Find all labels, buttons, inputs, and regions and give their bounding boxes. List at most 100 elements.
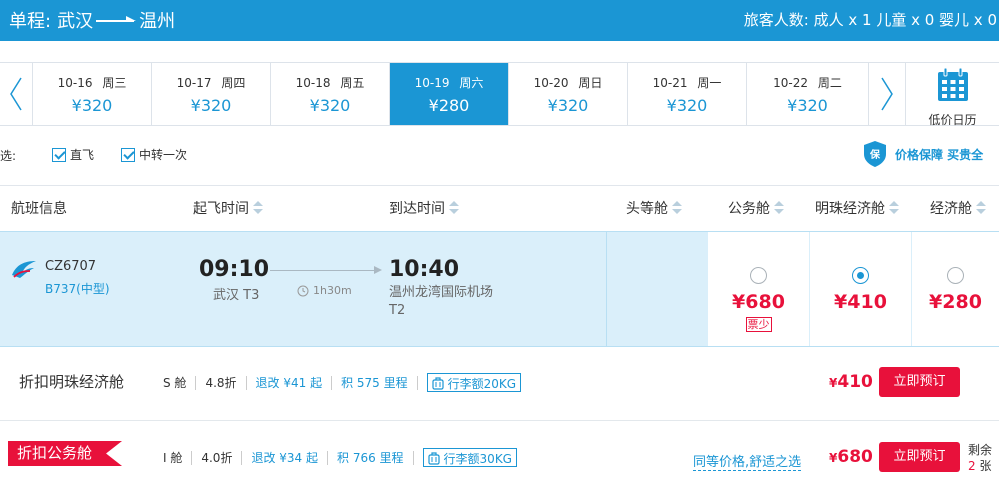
discount: 4.0折 bbox=[201, 451, 233, 465]
trip-type-label: 单程: bbox=[9, 11, 52, 32]
date-label: 10-21 周一 bbox=[652, 76, 722, 90]
discount: 4.8折 bbox=[205, 376, 237, 390]
luggage-allowance: 行李额20KG bbox=[426, 373, 522, 392]
date-cell[interactable]: 10-22 周二 ¥320 bbox=[746, 63, 868, 125]
col-first-sort[interactable]: 头等舱 bbox=[626, 198, 682, 218]
date-cell[interactable]: 10-18 周五 ¥320 bbox=[270, 63, 389, 125]
cabin-price: ¥410 bbox=[829, 372, 873, 392]
economy-fare[interactable]: ¥280 bbox=[912, 232, 999, 346]
luggage-allowance: 行李额30KG bbox=[422, 448, 517, 467]
divider bbox=[245, 375, 247, 390]
arrival-airport: 温州龙湾国际机场 T2 bbox=[389, 285, 494, 318]
date-label: 10-17 周四 bbox=[176, 76, 246, 90]
route-summary: 单程: 武汉 温州 bbox=[9, 7, 175, 33]
date-cell[interactable]: 10-16 周三 ¥320 bbox=[32, 63, 151, 125]
calendar-label: 低价日历 bbox=[928, 113, 977, 127]
date-price: ¥320 bbox=[666, 96, 708, 115]
sort-icon bbox=[449, 201, 459, 215]
transfer-checkbox[interactable]: 中转一次 bbox=[121, 146, 187, 163]
divider bbox=[416, 375, 418, 390]
same-price-comfort-link[interactable]: 同等价格,舒适之选 bbox=[693, 451, 802, 471]
col-depart-sort[interactable]: 起飞时间 bbox=[193, 198, 263, 218]
date-price: ¥320 bbox=[71, 96, 113, 115]
next-dates-button[interactable] bbox=[868, 63, 906, 125]
business-fare[interactable]: ¥680 票少 bbox=[708, 232, 809, 346]
guarantee-text: 价格保障 买贵全 bbox=[895, 147, 984, 162]
economy-fare-radio[interactable] bbox=[947, 267, 964, 284]
origin-city: 武汉 bbox=[57, 11, 94, 32]
date-cell[interactable]: 10-21 周一 ¥320 bbox=[627, 63, 746, 125]
col-pearl-sort[interactable]: 明珠经济舱 bbox=[815, 198, 899, 218]
cabin-name: 折扣明珠经济舱 bbox=[19, 373, 125, 391]
calendar-icon bbox=[937, 67, 968, 101]
date-cell[interactable]: 10-17 周四 ¥320 bbox=[151, 63, 270, 125]
low-price-calendar-button[interactable]: 低价日历 bbox=[906, 63, 999, 127]
flight-duration: 1h30m bbox=[297, 284, 352, 297]
date-price: ¥320 bbox=[190, 96, 232, 115]
sort-icon bbox=[774, 201, 784, 215]
aircraft-type-link[interactable]: B737(中型) bbox=[45, 280, 110, 297]
mileage: 积 766 里程 bbox=[337, 451, 404, 465]
divider bbox=[241, 450, 243, 465]
price-guarantee-link[interactable]: 保 价格保障 买贵全 bbox=[862, 140, 983, 168]
pearl-economy-fare-price: ¥410 bbox=[834, 291, 887, 313]
col-arrive-sort[interactable]: 到达时间 bbox=[389, 198, 459, 218]
date-label: 10-18 周五 bbox=[295, 76, 365, 90]
transfer-label: 中转一次 bbox=[139, 148, 188, 162]
sort-icon bbox=[253, 201, 263, 215]
date-label: 10-19 周六 bbox=[414, 76, 484, 90]
passenger-count: 旅客人数: 成人 x 1 儿童 x 0 婴儿 x 0 bbox=[743, 11, 997, 29]
cabin-name-tag: 折扣公务舱 bbox=[8, 441, 123, 466]
economy-fare-price: ¥280 bbox=[929, 291, 982, 313]
book-now-button[interactable]: 立即预订 bbox=[879, 367, 960, 397]
first-class-fare bbox=[606, 232, 707, 346]
cabin-option-row: 折扣公务舱 I 舱 4.0折 退改 ¥34 起 积 766 里程 行李额30KG… bbox=[0, 423, 999, 493]
date-price: ¥320 bbox=[547, 96, 589, 115]
direct-flight-label: 直飞 bbox=[70, 148, 95, 162]
pearl-economy-fare[interactable]: ¥410 bbox=[810, 232, 911, 346]
date-price: ¥280 bbox=[428, 96, 470, 115]
cabin-details: I 舱 4.0折 退改 ¥34 起 积 766 里程 行李额30KG bbox=[163, 448, 517, 467]
date-selector: 10-16 周三 ¥320 10-17 周四 ¥320 10-18 周五 ¥32… bbox=[0, 62, 999, 127]
remaining-seats: 剩余 2 张 bbox=[968, 443, 993, 473]
divider bbox=[191, 450, 193, 465]
chevron-right-icon bbox=[881, 77, 893, 111]
divider bbox=[327, 450, 328, 465]
date-cell[interactable]: 10-20 周日 ¥320 bbox=[508, 63, 627, 125]
cabin-class: I 舱 bbox=[163, 451, 183, 465]
refund-change-link[interactable]: 退改 ¥41 起 bbox=[256, 374, 323, 391]
arrival-time: 10:40 bbox=[389, 257, 460, 282]
route-arrow-icon bbox=[96, 15, 137, 25]
shield-icon: 保 bbox=[864, 141, 886, 167]
date-label: 10-22 周二 bbox=[773, 76, 842, 90]
col-economy-sort[interactable]: 经济舱 bbox=[930, 198, 986, 218]
flight-row: CZ6707 B737(中型) 09:10 武汉 T3 1h30m 10:40 … bbox=[0, 231, 999, 347]
divider bbox=[0, 420, 999, 421]
col-business-sort[interactable]: 公务舱 bbox=[728, 198, 784, 218]
business-fare-price: ¥680 bbox=[732, 291, 785, 313]
divider bbox=[195, 375, 197, 390]
pearl-economy-fare-radio[interactable] bbox=[852, 267, 869, 284]
results-header: 航班信息 起飞时间 到达时间 头等舱 公务舱 明珠经济舱 经济舱 bbox=[0, 185, 999, 228]
checkbox-checked-icon bbox=[121, 147, 135, 162]
direct-flight-checkbox[interactable]: 直飞 bbox=[52, 146, 94, 163]
cabin-price: ¥680 bbox=[829, 447, 873, 467]
top-bar: 单程: 武汉 温州 旅客人数: 成人 x 1 儿童 x 0 婴儿 x 0 bbox=[0, 0, 999, 41]
business-fare-radio[interactable] bbox=[750, 267, 767, 284]
luggage-icon bbox=[427, 451, 440, 465]
refund-change-link[interactable]: 退改 ¥34 起 bbox=[251, 449, 318, 466]
departure-time: 09:10 bbox=[199, 257, 270, 282]
cabin-class: S 舱 bbox=[163, 376, 187, 390]
divider bbox=[331, 375, 333, 390]
checkbox-checked-icon bbox=[52, 147, 66, 162]
date-cell-selected[interactable]: 10-19 周六 ¥280 bbox=[389, 63, 508, 125]
prev-dates-button[interactable] bbox=[0, 63, 32, 125]
clock-icon bbox=[297, 285, 309, 296]
destination-city: 温州 bbox=[139, 11, 176, 32]
mileage: 积 575 里程 bbox=[341, 376, 408, 390]
airline-logo-icon bbox=[12, 261, 36, 278]
book-now-button[interactable]: 立即预订 bbox=[879, 442, 960, 472]
filter-bar: 选: 直飞 中转一次 保 价格保障 买贵全 bbox=[0, 138, 999, 172]
date-label: 10-16 周三 bbox=[57, 76, 127, 90]
date-price: ¥320 bbox=[309, 96, 351, 115]
